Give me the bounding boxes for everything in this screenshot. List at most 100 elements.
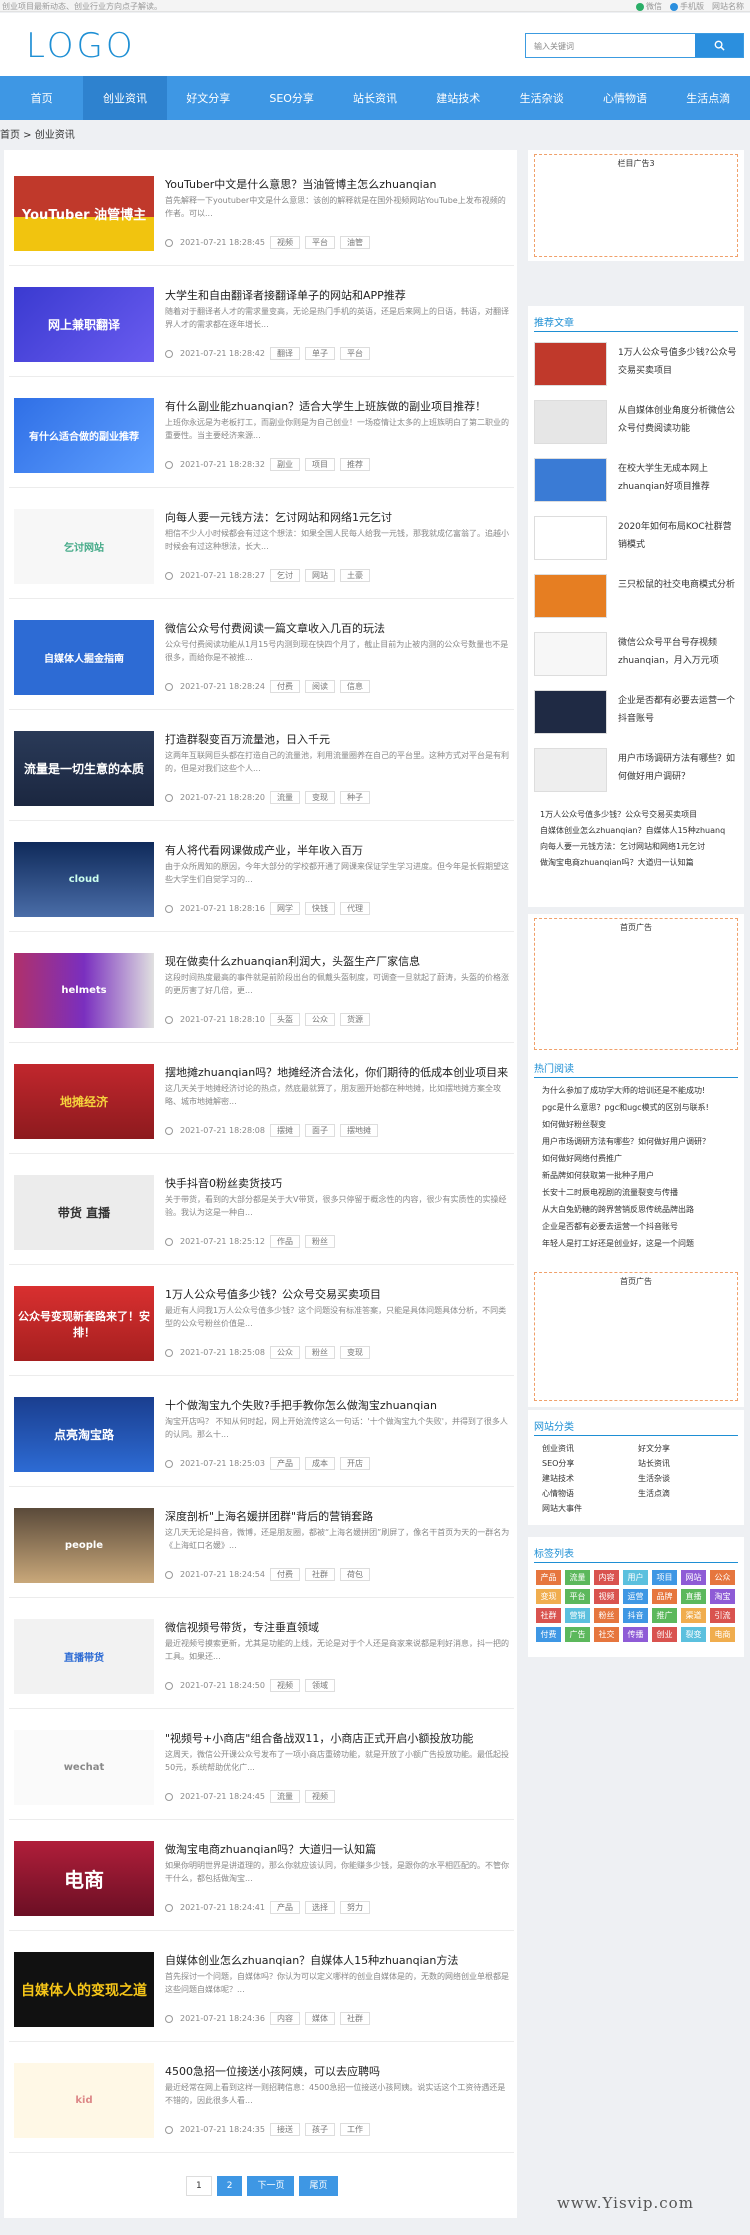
hot-link[interactable]: 企业是否都有必要去运营一个抖音账号 bbox=[542, 1221, 742, 1232]
article-title[interactable]: 微信视频号带货，专注垂直领域 bbox=[165, 1619, 510, 1635]
hot-link[interactable]: 用户市场调研方法有哪些？如何做好用户调研？ bbox=[542, 1136, 742, 1147]
article-item[interactable]: helmets 现在做卖什么zhuanqian利润大，头盔生产厂家信息 这段时间热度… bbox=[9, 939, 514, 1043]
nav-item[interactable]: 首页 bbox=[0, 76, 83, 120]
article-tag[interactable]: 成本 bbox=[304, 1457, 335, 1470]
article-item[interactable]: people 深度剖析"上海名媛拼团群"背后的营销套路 这几天无论是抖音，微博，还是… bbox=[9, 1494, 514, 1598]
top-link[interactable]: 微信 bbox=[636, 1, 662, 12]
article-title[interactable]: 有人将代看网课做成产业，半年收入百万 bbox=[165, 842, 510, 858]
article-tag[interactable]: 变现 bbox=[339, 1346, 370, 1359]
article-thumbnail[interactable]: 乞讨网站 bbox=[14, 509, 154, 584]
article-title[interactable]: 大学生和自由翻译者接翻译单子的网站和APP推荐 bbox=[165, 287, 510, 303]
article-tag[interactable]: 土豪 bbox=[339, 569, 370, 582]
article-tag[interactable]: 媒体 bbox=[304, 2012, 335, 2025]
category-link[interactable]: 创业资讯 bbox=[542, 1443, 574, 1454]
search-input[interactable]: 输入关键词 bbox=[526, 34, 695, 57]
tag-chip[interactable]: 付费 bbox=[536, 1627, 561, 1642]
article-tag[interactable]: 粉丝 bbox=[304, 1346, 335, 1359]
article-thumbnail[interactable]: cloud bbox=[14, 842, 154, 917]
article-title[interactable]: 摆地摊zhuanqian吗？地摊经济合法化，你们期待的低成本创业项目来 bbox=[165, 1064, 510, 1080]
nav-item[interactable]: 生活杂谈 bbox=[500, 76, 583, 120]
ad-placeholder[interactable]: 首页广告 bbox=[534, 1272, 738, 1401]
article-title[interactable]: 十个做淘宝九个失败?手把手教你怎么做淘宝zhuanqian bbox=[165, 1397, 510, 1413]
article-title[interactable]: 1万人公众号值多少钱？公众号交易买卖项目 bbox=[165, 1286, 510, 1302]
recommend-thumbnail[interactable] bbox=[534, 574, 607, 618]
article-tag[interactable]: 代理 bbox=[339, 902, 370, 915]
recommend-thumbnail[interactable] bbox=[534, 690, 607, 734]
article-tag[interactable]: 领域 bbox=[304, 1679, 335, 1692]
recommend-item[interactable]: 在校大学生无成本网上zhuanqian好项目推荐 bbox=[534, 455, 739, 507]
article-thumbnail[interactable]: 流量是一切生意的本质 bbox=[14, 731, 154, 806]
article-tag[interactable]: 工作 bbox=[339, 2123, 370, 2136]
hot-link[interactable]: 为什么参加了成功学大师的培训还是不能成功! bbox=[542, 1085, 742, 1096]
category-link[interactable]: 网站大事件 bbox=[542, 1503, 582, 1514]
nav-item[interactable]: 建站技术 bbox=[417, 76, 500, 120]
tag-chip[interactable]: 产品 bbox=[536, 1570, 561, 1585]
article-title[interactable]: 自媒体创业怎么zhuanqian？自媒体人15种zhuanqian方法 bbox=[165, 1952, 510, 1968]
article-tag[interactable]: 内容 bbox=[269, 2012, 300, 2025]
tag-chip[interactable]: 视频 bbox=[594, 1589, 619, 1604]
article-title[interactable]: 4500急招一位接送小孩阿姨，可以去应聘吗 bbox=[165, 2063, 510, 2079]
hot-link[interactable]: 长安十二时辰电视剧的流量裂变与传播 bbox=[542, 1187, 742, 1198]
article-thumbnail[interactable]: 电商 bbox=[14, 1841, 154, 1916]
article-tag[interactable]: 摆地摊 bbox=[339, 1124, 378, 1137]
article-thumbnail[interactable]: 地摊经济 bbox=[14, 1064, 154, 1139]
tag-chip[interactable]: 引流 bbox=[710, 1608, 735, 1623]
recommend-title-text[interactable]: 用户市场调研方法有哪些？如何做好用户调研？ bbox=[618, 750, 738, 786]
article-tag[interactable]: 推荐 bbox=[339, 458, 370, 471]
article-tag[interactable]: 产品 bbox=[269, 1901, 300, 1914]
article-item[interactable]: 公众号变现新套路来了！安排！ 1万人公众号值多少钱？公众号交易买卖项目 最近有人问我… bbox=[9, 1272, 514, 1376]
article-tag[interactable]: 视频 bbox=[304, 1790, 335, 1803]
article-item[interactable]: 点亮淘宝路 十个做淘宝九个失败?手把手教你怎么做淘宝zhuanqian 淘宝开店吗？… bbox=[9, 1383, 514, 1487]
article-tag[interactable]: 头盔 bbox=[269, 1013, 300, 1026]
article-item[interactable]: 电商 做淘宝电商zhuanqian吗？大道归一认知篇 如果你明明世界是讲道理的，那么… bbox=[9, 1827, 514, 1931]
recommend-item[interactable]: 企业是否都有必要去运营一个抖音账号 bbox=[534, 687, 739, 739]
hot-link[interactable]: 从大白兔奶糖的跨界营销反思传统品牌出路 bbox=[542, 1204, 742, 1215]
article-tag[interactable]: 单子 bbox=[304, 347, 335, 360]
page-link[interactable]: 下一页 bbox=[247, 2176, 295, 2196]
top-link[interactable]: 手机版 bbox=[670, 1, 704, 12]
article-tag[interactable]: 副业 bbox=[269, 458, 300, 471]
recommend-item[interactable]: 三只松鼠的社交电商模式分析 bbox=[534, 571, 739, 623]
article-title[interactable]: 做淘宝电商zhuanqian吗？大道归一认知篇 bbox=[165, 1841, 510, 1857]
article-thumbnail[interactable]: 自媒体人的变现之道 bbox=[14, 1952, 154, 2027]
article-tag[interactable]: 变现 bbox=[304, 791, 335, 804]
tag-chip[interactable]: 社交 bbox=[594, 1627, 619, 1642]
search-button[interactable] bbox=[695, 34, 743, 57]
article-item[interactable]: 自媒体人的变现之道 自媒体创业怎么zhuanqian？自媒体人15种zhuanqi… bbox=[9, 1938, 514, 2042]
article-thumbnail[interactable]: 带货 直播 bbox=[14, 1175, 154, 1250]
article-tag[interactable]: 油管 bbox=[339, 236, 370, 249]
article-tag[interactable]: 项目 bbox=[304, 458, 335, 471]
recommend-title-text[interactable]: 从自媒体创业角度分析微信公众号付费阅读功能 bbox=[618, 402, 738, 438]
article-item[interactable]: 地摊经济 摆地摊zhuanqian吗？地摊经济合法化，你们期待的低成本创业项目来这… bbox=[9, 1050, 514, 1154]
recommend-title-text[interactable]: 企业是否都有必要去运营一个抖音账号 bbox=[618, 692, 738, 728]
recommend-title-text[interactable]: 三只松鼠的社交电商模式分析 bbox=[618, 576, 738, 594]
article-title[interactable]: 现在做卖什么zhuanqian利润大，头盔生产厂家信息 bbox=[165, 953, 510, 969]
article-item[interactable]: YouTuber 油管博主 YouTuber中文是什么意思？当油管博主怎么zhua… bbox=[9, 162, 514, 266]
hot-link[interactable]: pgc是什么意思？pgc和ugc模式的区别与联系! bbox=[542, 1102, 742, 1113]
article-thumbnail[interactable]: 公众号变现新套路来了！安排！ bbox=[14, 1286, 154, 1361]
article-thumbnail[interactable]: people bbox=[14, 1508, 154, 1583]
top-link[interactable]: 网站名称 bbox=[712, 1, 744, 12]
article-thumbnail[interactable]: 点亮淘宝路 bbox=[14, 1397, 154, 1472]
recommend-item[interactable]: 微信公众号平台号存视频zhuanqian，月入万元项 bbox=[534, 629, 739, 681]
article-tag[interactable]: 快钱 bbox=[304, 902, 335, 915]
article-tag[interactable]: 选择 bbox=[304, 1901, 335, 1914]
nav-item[interactable]: 创业资讯 bbox=[83, 76, 167, 120]
article-tag[interactable]: 乞讨 bbox=[269, 569, 300, 582]
tag-chip[interactable]: 电商 bbox=[710, 1627, 735, 1642]
tag-chip[interactable]: 推广 bbox=[652, 1608, 677, 1623]
recommend-thumbnail[interactable] bbox=[534, 516, 607, 560]
article-thumbnail[interactable]: 直播带货 bbox=[14, 1619, 154, 1694]
category-link[interactable]: SEO分享 bbox=[542, 1458, 574, 1469]
article-item[interactable]: 乞讨网站 向每人要一元钱方法：乞讨网站和网络1元乞讨 相信不少人小时候都会有过这个想… bbox=[9, 495, 514, 599]
category-link[interactable]: 建站技术 bbox=[542, 1473, 574, 1484]
tag-chip[interactable]: 内容 bbox=[594, 1570, 619, 1585]
article-tag[interactable]: 摆摊 bbox=[269, 1124, 300, 1137]
site-logo[interactable]: LOGO bbox=[26, 26, 136, 66]
article-title[interactable]: 深度剖析"上海名媛拼团群"背后的营销套路 bbox=[165, 1508, 510, 1524]
tag-chip[interactable]: 抖音 bbox=[623, 1608, 648, 1623]
article-tag[interactable]: 产品 bbox=[269, 1457, 300, 1470]
article-title[interactable]: 向每人要一元钱方法：乞讨网站和网络1元乞讨 bbox=[165, 509, 510, 525]
article-title[interactable]: 打造群裂变百万流量池，日入千元 bbox=[165, 731, 510, 747]
ad-placeholder[interactable]: 首页广告 bbox=[534, 918, 738, 1050]
